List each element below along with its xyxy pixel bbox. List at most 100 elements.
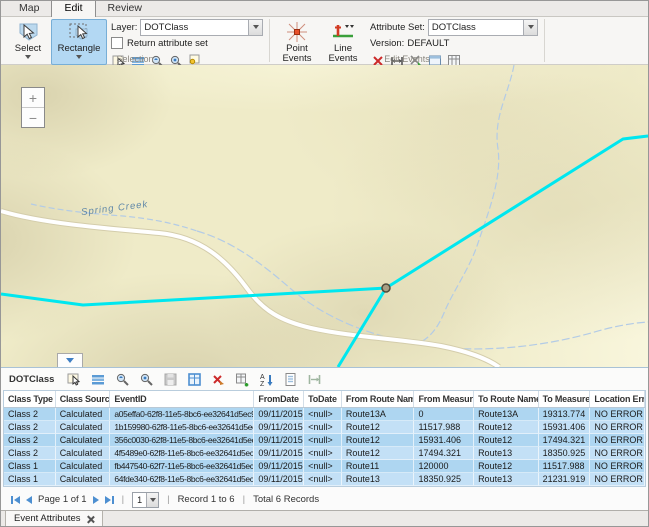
table-row[interactable]: Class 2Calculated1b159980-62f8-11e5-8bc6… [4, 421, 645, 434]
table-cell: Route12 [342, 421, 415, 434]
column-header[interactable]: Class Source [56, 391, 111, 407]
map-canvas[interactable]: Spring Creek + − [1, 65, 648, 367]
ribbon-tab-bar: Map Edit Review [1, 1, 648, 17]
select-features-icon[interactable] [67, 372, 82, 387]
return-attribute-set-checkbox[interactable] [111, 37, 123, 49]
clear-selection-icon[interactable] [211, 372, 226, 387]
table-row[interactable]: Class 2Calculated4f5489e0-62f8-11e5-8bc6… [4, 447, 645, 460]
page-number-dropdown[interactable]: 1 [132, 492, 159, 508]
point-events-icon [285, 21, 309, 43]
panel-collapse-icon [66, 358, 74, 363]
switch-selection-icon[interactable] [187, 372, 202, 387]
dropdown-button[interactable] [248, 20, 262, 35]
svg-text:A: A [260, 374, 265, 381]
route-junction-marker[interactable] [382, 284, 390, 292]
table-cell: NO ERROR [590, 408, 645, 421]
table-cell: 356c0030-62f8-11e5-8bc6-ee32641d5ec9 [110, 434, 254, 447]
page-number-value: 1 [133, 495, 146, 505]
table-cell: 15931.406 [539, 421, 591, 434]
table-cell: Route12 [474, 434, 539, 447]
table-cell: Route13 [342, 473, 415, 486]
table-cell: NO ERROR [590, 421, 645, 434]
table-cell: 09/11/2015 [254, 408, 304, 421]
table-cell: Class 1 [4, 460, 56, 473]
table-row[interactable]: Class 1Calculated64fde340-62f8-11e5-8bc6… [4, 473, 645, 486]
table-cell: Route11 [342, 460, 415, 473]
table-cell: Class 2 [4, 421, 56, 434]
table-cell: 21231.919 [539, 473, 591, 486]
table-cell: 09/11/2015 [254, 447, 304, 460]
table-cell: NO ERROR [590, 473, 645, 486]
zoom-to-selection-icon[interactable] [115, 372, 130, 387]
total-records-text: Total 6 Records [253, 494, 319, 505]
column-header[interactable]: From Route Name [342, 391, 415, 407]
column-header[interactable]: Class Type [4, 391, 56, 407]
table-row[interactable]: Class 2Calculateda05effa0-62f8-11e5-8bc6… [4, 408, 645, 421]
separator: | [167, 494, 169, 505]
bottom-tab-bar: Event Attributes [1, 510, 648, 527]
table-cell: <null> [304, 421, 342, 434]
pagination-bar: Page 1 of 1 | 1 | Record 1 to 6 | Total … [1, 489, 648, 510]
table-cell: <null> [304, 447, 342, 460]
last-page-button[interactable] [105, 496, 114, 504]
table-cell: 11517.988 [539, 460, 591, 473]
column-header[interactable]: FromDate [254, 391, 304, 407]
zoom-in-button[interactable]: + [22, 88, 44, 107]
tab-event-attributes[interactable]: Event Attributes [5, 511, 103, 527]
column-header[interactable]: To Route Name [474, 391, 539, 407]
prev-page-button[interactable] [26, 496, 32, 504]
zoom-out-button[interactable]: − [22, 107, 44, 127]
form-view-icon[interactable] [283, 372, 298, 387]
table-cell: Class 2 [4, 434, 56, 447]
column-header[interactable]: Location Error [590, 391, 645, 407]
table-cell: Route12 [342, 447, 415, 460]
column-header[interactable]: ToDate [304, 391, 342, 407]
table-cell: NO ERROR [590, 447, 645, 460]
column-header[interactable]: EventID [110, 391, 254, 407]
table-cell: 17494.321 [539, 434, 591, 447]
close-icon[interactable] [87, 515, 94, 522]
resize-columns-icon[interactable] [307, 372, 322, 387]
layer-dropdown[interactable]: DOTClass [140, 19, 263, 36]
table-cell: <null> [304, 460, 342, 473]
table-cell: <null> [304, 408, 342, 421]
table-cell: Calculated [56, 460, 111, 473]
next-page-button[interactable] [93, 496, 99, 504]
tab-review[interactable]: Review [96, 1, 154, 16]
first-page-button[interactable] [11, 496, 20, 504]
table-cell: NO ERROR [590, 434, 645, 447]
table-cell: 120000 [414, 460, 474, 473]
rectangle-select-icon [67, 21, 91, 43]
table-row[interactable]: Class 1Calculatedfb447540-62f7-11e5-8bc6… [4, 460, 645, 473]
return-attribute-set-label: Return attribute set [127, 38, 208, 49]
table-row[interactable]: Class 2Calculated356c0030-62f8-11e5-8bc6… [4, 434, 645, 447]
column-header[interactable]: To Measure [539, 391, 591, 407]
table-cell: Calculated [56, 408, 111, 421]
route-line-west[interactable] [1, 288, 386, 305]
table-cell: 09/11/2015 [254, 421, 304, 434]
table-cell: 18350.925 [414, 473, 474, 486]
chevron-down-icon [150, 498, 156, 502]
add-record-icon[interactable] [235, 372, 250, 387]
dropdown-button[interactable] [523, 20, 537, 35]
route-line-northeast[interactable] [386, 136, 648, 288]
attribute-table-icon[interactable] [91, 372, 106, 387]
attribute-set-dropdown[interactable]: DOTClass [428, 19, 538, 36]
route-line-south[interactable] [338, 288, 386, 367]
tab-event-attributes-label: Event Attributes [14, 513, 81, 524]
column-header[interactable]: From Measure [414, 391, 474, 407]
table-cell: 09/11/2015 [254, 460, 304, 473]
table-cell: 0 [414, 408, 474, 421]
version-value: DEFAULT [407, 38, 449, 49]
save-icon[interactable] [163, 372, 178, 387]
sort-icon[interactable]: AZ [259, 372, 274, 387]
tab-map[interactable]: Map [7, 1, 51, 16]
table-cell: 19313.774 [539, 408, 591, 421]
table-cell: 09/11/2015 [254, 434, 304, 447]
dropdown-button[interactable] [146, 493, 158, 507]
pan-to-selection-icon[interactable] [139, 372, 154, 387]
tab-edit[interactable]: Edit [51, 0, 95, 17]
panel-collapse-button[interactable] [57, 353, 83, 367]
separator: | [243, 494, 245, 505]
version-label: Version: [370, 38, 404, 49]
